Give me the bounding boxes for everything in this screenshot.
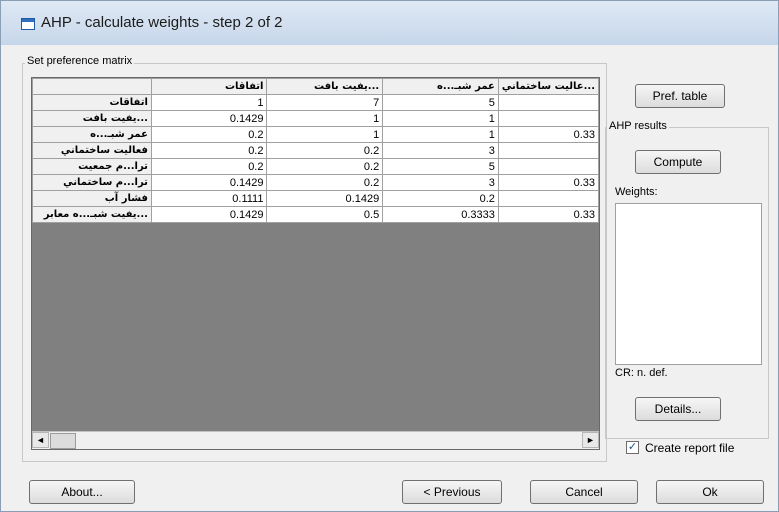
matrix-cell[interactable] [497,110,599,127]
matrix-cell[interactable] [497,94,599,111]
matrix-cell[interactable]: 0.2 [150,142,268,159]
app-window-icon [21,18,35,30]
pref-table-button[interactable]: Pref. table [635,84,725,108]
about-button[interactable]: About... [29,480,135,504]
scroll-left-button[interactable]: ◄ [32,432,49,448]
matrix-cell[interactable]: 3 [382,174,499,191]
column-header[interactable]: عمر شبـ...ه [382,78,499,95]
matrix-cell[interactable]: 0.5 [266,206,384,223]
window-title: AHP - calculate weights - step 2 of 2 [41,14,283,31]
matrix-row: اتفاقات 1 7 5 [32,94,599,111]
matrix-corner-cell [32,78,152,95]
matrix-cell[interactable]: 0.1429 [150,206,268,223]
matrix-cell[interactable]: 0.2 [150,126,268,143]
matrix-cell[interactable]: 5 [382,94,499,111]
matrix-cell[interactable]: 0.3333 [382,206,499,223]
matrix-table: اتفاقات ...يفيت بافت عمر شبـ...ه ...عالي… [32,78,599,223]
column-header[interactable]: ...عاليت ساختماني [497,78,599,95]
matrix-cell[interactable] [497,142,599,159]
matrix-row: ...يفيت بافت 0.1429 1 1 [32,110,599,127]
matrix-cell[interactable]: 1 [382,126,499,143]
ahp-dialog-window: AHP - calculate weights - step 2 of 2 Se… [0,0,779,512]
matrix-row: عمر شبـ...ه 0.2 1 1 0.33 [32,126,599,143]
weights-list[interactable] [615,203,762,365]
create-report-label[interactable]: Create report file [645,441,734,455]
weights-label: Weights: [615,186,658,198]
matrix-row: ترا...م ساختماني 0.1429 0.2 3 0.33 [32,174,599,191]
matrix-cell[interactable]: 1 [266,126,384,143]
matrix-cell[interactable]: 0.2 [266,174,384,191]
create-report-checkbox[interactable]: ✓ [626,441,639,454]
row-header[interactable]: فعاليت ساختماني [32,142,152,159]
scroll-thumb[interactable] [50,433,76,449]
matrix-row: فعاليت ساختماني 0.2 0.2 3 [32,142,599,159]
matrix-row: فشار آب 0.1111 0.1429 0.2 [32,190,599,207]
matrix-cell[interactable]: 1 [266,110,384,127]
matrix-cell[interactable] [497,158,599,175]
column-header[interactable]: ...يفيت بافت [266,78,384,95]
row-header[interactable]: ...يفيت شبـ...ه معابر [32,206,152,223]
matrix-header-row: اتفاقات ...يفيت بافت عمر شبـ...ه ...عالي… [32,78,599,95]
matrix-cell[interactable] [497,190,599,207]
cr-label: CR: n. def. [615,367,668,379]
row-header[interactable]: عمر شبـ...ه [32,126,152,143]
matrix-cell[interactable]: 5 [382,158,499,175]
cancel-button[interactable]: Cancel [530,480,638,504]
matrix-cell[interactable]: 0.33 [497,126,599,143]
ok-button[interactable]: Ok [656,480,764,504]
matrix-cell[interactable]: 0.2 [266,158,384,175]
matrix-cell[interactable]: 0.1429 [150,174,268,191]
previous-button[interactable]: < Previous [402,480,502,504]
matrix-cell[interactable]: 3 [382,142,499,159]
row-header[interactable]: ترا...م جمعيت [32,158,152,175]
row-header[interactable]: اتفاقات [32,94,152,111]
matrix-cell[interactable]: 0.33 [497,206,599,223]
title-bar: AHP - calculate weights - step 2 of 2 [1,1,778,45]
scroll-right-button[interactable]: ► [582,432,599,448]
matrix-row: ...يفيت شبـ...ه معابر 0.1429 0.5 0.3333 0.33 [32,206,599,223]
preference-matrix-label: Set preference matrix [25,55,135,67]
matrix-cell[interactable]: 1 [382,110,499,127]
matrix-cell[interactable]: 0.33 [497,174,599,191]
matrix-cell[interactable]: 0.2 [150,158,268,175]
ahp-results-label: AHP results [607,120,669,132]
row-header[interactable]: ...يفيت بافت [32,110,152,127]
matrix-cell[interactable]: 0.2 [266,142,384,159]
row-header[interactable]: ترا...م ساختماني [32,174,152,191]
compute-button[interactable]: Compute [635,150,721,174]
matrix-cell[interactable]: 0.1429 [150,110,268,127]
horizontal-scrollbar[interactable]: ◄ ► [32,431,599,449]
matrix-cell[interactable]: 0.1429 [266,190,384,207]
details-button[interactable]: Details... [635,397,721,421]
matrix-cell[interactable]: 0.1111 [150,190,268,207]
column-header[interactable]: اتفاقات [150,78,268,95]
matrix-cell[interactable]: 0.2 [382,190,499,207]
preference-matrix-grid[interactable]: اتفاقات ...يفيت بافت عمر شبـ...ه ...عالي… [31,77,600,450]
row-header[interactable]: فشار آب [32,190,152,207]
matrix-cell[interactable]: 1 [150,94,268,111]
matrix-cell[interactable]: 7 [266,94,384,111]
matrix-row: ترا...م جمعيت 0.2 0.2 5 [32,158,599,175]
